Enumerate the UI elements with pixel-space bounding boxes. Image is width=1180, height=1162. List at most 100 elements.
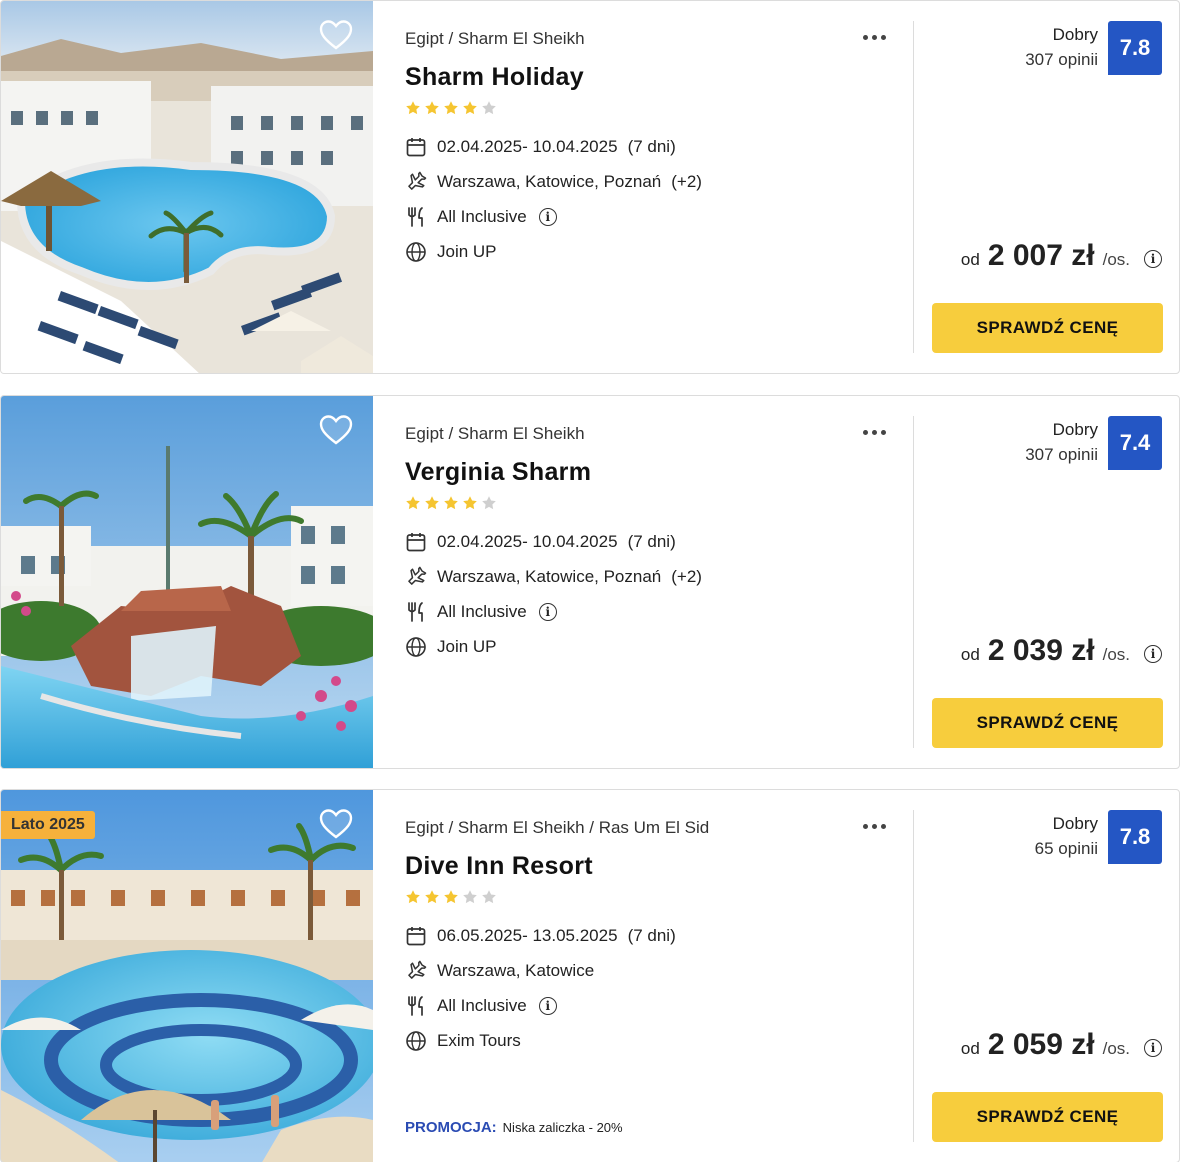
check-price-button[interactable]: SPRAWDŹ CENĘ — [932, 698, 1163, 748]
hotel-photo[interactable]: Lato 2025 — [1, 790, 373, 1162]
airports-more[interactable]: (+2) — [671, 172, 702, 192]
calendar-icon — [405, 531, 427, 553]
rating-count[interactable]: 65 opinii — [1035, 839, 1098, 859]
hotel-name[interactable]: Dive Inn Resort — [405, 852, 593, 881]
dates: 02.04.2025- 10.04.2025 — [437, 532, 618, 551]
rating-count[interactable]: 307 opinii — [1025, 445, 1098, 465]
calendar-icon — [405, 136, 427, 158]
info-icon[interactable]: i — [1144, 1039, 1162, 1057]
globe-icon — [405, 636, 427, 658]
promo-label: PROMOCJA: — [405, 1119, 497, 1136]
operator: Join UP — [437, 637, 497, 656]
board-row: All Inclusive i — [405, 994, 557, 1018]
location: Egipt / Sharm El Sheikh — [405, 424, 585, 443]
dates: 02.04.2025- 10.04.2025 — [437, 137, 618, 156]
plane-icon — [405, 960, 427, 982]
star-filled-icon — [424, 495, 440, 511]
star-filled-icon — [424, 889, 440, 905]
rating-score: 7.8 — [1108, 21, 1162, 75]
season-badge: Lato 2025 — [1, 811, 95, 839]
offer-card[interactable]: Lato 2025 Egipt / Sharm El Sheikh / Ras … — [0, 789, 1180, 1162]
board: All Inclusive — [437, 207, 527, 226]
price: od 2 039 zł /os. i — [961, 634, 1162, 668]
rating-word: Dobry — [1052, 814, 1098, 833]
airports-more[interactable]: (+2) — [671, 567, 702, 587]
price-prefix: od — [960, 250, 980, 269]
star-empty-icon — [481, 889, 497, 905]
check-price-button[interactable]: SPRAWDŹ CENĘ — [932, 303, 1163, 353]
divider — [913, 810, 914, 1142]
globe-icon — [405, 1030, 427, 1052]
plane-icon — [405, 566, 427, 588]
star-filled-icon — [443, 889, 459, 905]
operator-row: Join UP — [405, 635, 497, 659]
board: All Inclusive — [437, 996, 527, 1015]
promo: PROMOCJA: Niska zaliczka - 20% — [405, 1119, 623, 1136]
info-icon[interactable]: i — [538, 208, 557, 226]
price-suffix: /os. — [1102, 645, 1130, 664]
heart-icon[interactable] — [319, 414, 353, 446]
info-icon[interactable]: i — [538, 997, 557, 1015]
star-empty-icon — [481, 100, 497, 116]
dates-row: 02.04.2025- 10.04.2025 (7 dni) — [405, 530, 676, 554]
hotel-photo[interactable] — [1, 1, 373, 373]
price-amount: 2 007 zł — [987, 239, 1095, 272]
star-filled-icon — [405, 495, 421, 511]
star-filled-icon — [405, 100, 421, 116]
operator-row: Exim Tours — [405, 1029, 521, 1053]
star-filled-icon — [405, 889, 421, 905]
heart-icon[interactable] — [319, 808, 353, 840]
offer-card[interactable]: Egipt / Sharm El Sheikh Verginia Sharm 0… — [0, 395, 1180, 769]
offer-card[interactable]: Egipt / Sharm El Sheikh Sharm Holiday 02… — [0, 0, 1180, 374]
star-empty-icon — [462, 889, 478, 905]
price-amount: 2 059 zł — [987, 1028, 1095, 1061]
board-row: All Inclusive i — [405, 600, 557, 624]
info-icon[interactable]: i — [1144, 645, 1162, 663]
info-icon[interactable]: i — [1144, 250, 1162, 268]
duration: (7 dni) — [627, 137, 676, 156]
calendar-icon — [405, 925, 427, 947]
rating-word: Dobry — [1052, 420, 1098, 439]
star-rating — [405, 889, 500, 905]
airports: Warszawa, Katowice, Poznań — [437, 567, 662, 586]
price-prefix: od — [960, 1039, 980, 1058]
star-filled-icon — [424, 100, 440, 116]
board: All Inclusive — [437, 602, 527, 621]
more-dots-icon[interactable] — [861, 422, 891, 444]
rating-word: Dobry — [1052, 25, 1098, 44]
duration: (7 dni) — [627, 532, 676, 551]
star-empty-icon — [481, 495, 497, 511]
location: Egipt / Sharm El Sheikh — [405, 29, 585, 48]
rating-count[interactable]: 307 opinii — [1025, 50, 1098, 70]
star-filled-icon — [462, 100, 478, 116]
price: od 2 007 zł /os. i — [961, 239, 1162, 273]
hotel-name[interactable]: Verginia Sharm — [405, 458, 591, 487]
info-icon[interactable]: i — [538, 603, 557, 621]
star-filled-icon — [462, 495, 478, 511]
dates: 06.05.2025- 13.05.2025 — [437, 926, 618, 945]
departure-row: Warszawa, Katowice, Poznań (+2) — [405, 565, 702, 589]
rating-score: 7.4 — [1108, 416, 1162, 470]
operator: Exim Tours — [437, 1031, 521, 1050]
divider — [913, 21, 914, 353]
operator-row: Join UP — [405, 240, 497, 264]
heart-icon[interactable] — [319, 19, 353, 51]
more-dots-icon[interactable] — [861, 27, 891, 49]
airports: Warszawa, Katowice, Poznań — [437, 172, 662, 191]
cutlery-icon — [405, 206, 427, 228]
star-rating — [405, 100, 500, 116]
cutlery-icon — [405, 601, 427, 623]
airports: Warszawa, Katowice — [437, 961, 595, 980]
hotel-name[interactable]: Sharm Holiday — [405, 63, 584, 92]
board-row: All Inclusive i — [405, 205, 557, 229]
price-amount: 2 039 zł — [987, 634, 1095, 667]
operator: Join UP — [437, 242, 497, 261]
star-filled-icon — [443, 495, 459, 511]
duration: (7 dni) — [627, 926, 676, 945]
departure-row: Warszawa, Katowice — [405, 959, 594, 983]
departure-row: Warszawa, Katowice, Poznań (+2) — [405, 170, 702, 194]
more-dots-icon[interactable] — [861, 816, 891, 838]
hotel-photo[interactable] — [1, 396, 373, 768]
divider — [913, 416, 914, 748]
check-price-button[interactable]: SPRAWDŹ CENĘ — [932, 1092, 1163, 1142]
